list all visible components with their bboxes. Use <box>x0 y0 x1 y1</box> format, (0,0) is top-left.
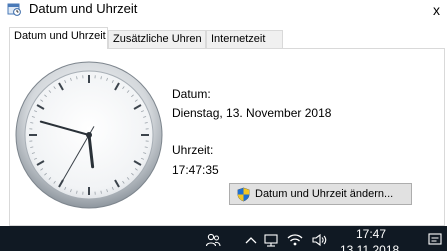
people-icon[interactable] <box>205 233 221 247</box>
chevron-up-icon[interactable] <box>243 233 259 247</box>
window-title: Datum und Uhrzeit <box>29 1 138 16</box>
time-label: Uhrzeit: <box>172 143 214 157</box>
tab-datum-und-uhrzeit[interactable]: Datum und Uhrzeit <box>9 27 108 49</box>
notification-icon[interactable] <box>427 232 443 246</box>
analog-clock <box>15 61 163 209</box>
volume-icon[interactable] <box>311 233 327 247</box>
wifi-icon[interactable] <box>287 233 303 247</box>
title-bar[interactable]: Datum und Uhrzeit x <box>0 0 447 20</box>
change-datetime-button[interactable]: Datum und Uhrzeit ändern... <box>229 183 412 205</box>
uac-shield-icon <box>237 187 250 201</box>
tab-zusaetzliche-uhren[interactable]: Zusätzliche Uhren <box>108 30 206 48</box>
network-icon[interactable] <box>263 233 279 247</box>
close-button[interactable]: x <box>433 2 440 18</box>
date-label: Datum: <box>172 87 211 101</box>
time-value: 17:47:35 <box>172 163 219 177</box>
taskbar-clock-date[interactable]: 13.11.2018 <box>340 243 399 251</box>
tab-internetzeit[interactable]: Internetzeit <box>206 30 283 48</box>
tab-strip: Datum und Uhrzeit Zusätzliche Uhren Inte… <box>9 27 439 49</box>
date-value: Dienstag, 13. November 2018 <box>172 106 332 120</box>
change-datetime-label: Datum und Uhrzeit ändern... <box>255 188 394 200</box>
calendar-clock-icon <box>7 3 21 16</box>
taskbar-clock-time[interactable]: 17:47 <box>356 227 386 241</box>
